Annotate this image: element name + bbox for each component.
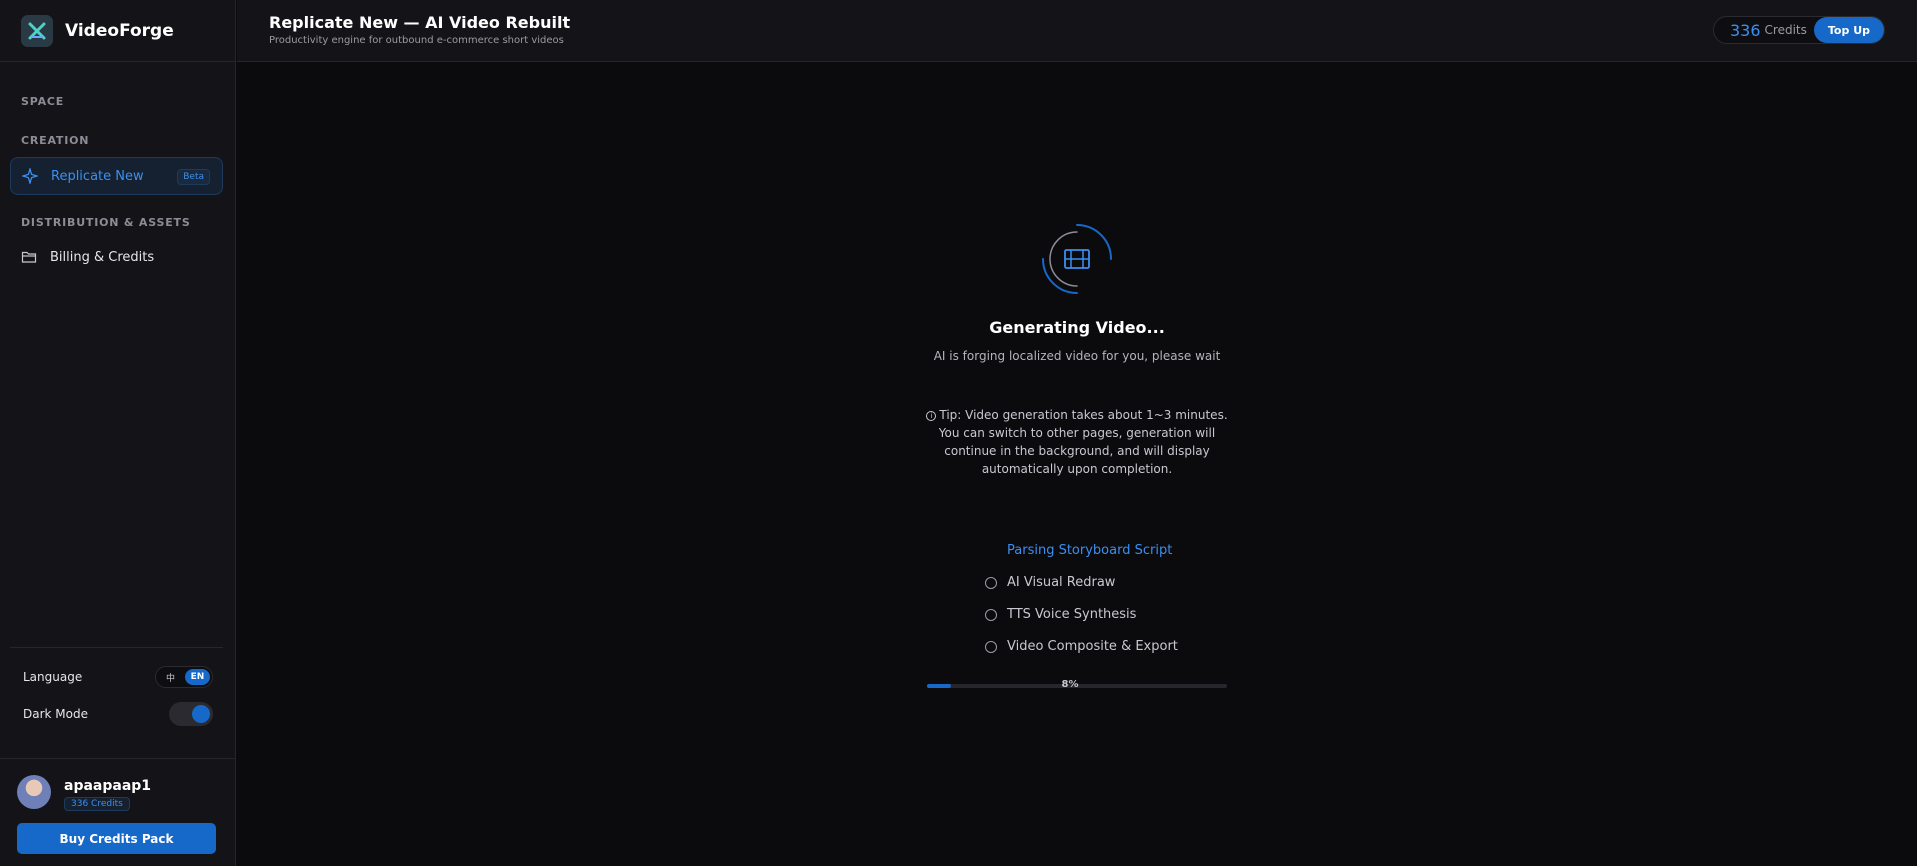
sidebar-item-billing-credits[interactable]: Billing & Credits (10, 238, 223, 276)
step-item: TTS Voice Synthesis (985, 607, 1136, 622)
brand-name: VideoForge (65, 20, 174, 41)
dark-mode-setting: Dark Mode (23, 702, 213, 726)
pending-circle-icon (985, 608, 997, 621)
sidebar-item-label: Replicate New (51, 168, 144, 184)
top-up-button[interactable]: Top Up (1813, 17, 1884, 43)
lang-option-en[interactable]: EN (185, 669, 210, 685)
user-name: apaapaap1 (64, 778, 152, 794)
tip-text: Tip: Video generation takes about 1~3 mi… (938, 408, 1228, 476)
credits-pill: 336 Credits Top Up (1713, 16, 1885, 44)
step-item: AI Visual Redraw (985, 575, 1115, 590)
sidebar-item-label: Billing & Credits (50, 249, 155, 265)
buy-credits-button[interactable]: Buy Credits Pack (17, 823, 216, 854)
tip-text-block: i Tip: Video generation takes about 1~3 m… (916, 406, 1238, 478)
pending-circle-icon (985, 576, 997, 589)
section-label-distribution: DISTRIBUTION & ASSETS (21, 216, 191, 229)
beta-badge: Beta (177, 169, 210, 185)
user-credits-badge: 336 Credits (64, 797, 130, 811)
sidebar-item-replicate-new[interactable]: Replicate New Beta (10, 157, 223, 195)
folder-icon (21, 249, 37, 265)
generating-title: Generating Video... (989, 318, 1165, 337)
step-label: TTS Voice Synthesis (1007, 607, 1137, 622)
credits-count: 336 (1730, 20, 1761, 40)
avatar[interactable] (17, 775, 51, 809)
brand-logo-icon (21, 14, 53, 47)
step-label: Video Composite & Export (1007, 639, 1178, 654)
loading-spinner-icon (1042, 224, 1112, 294)
section-label-space: SPACE (21, 95, 65, 108)
lang-option-zh[interactable]: 中 (158, 669, 183, 685)
sidebar: VideoForge SPACE CREATION Replicate New … (0, 0, 236, 866)
step-item: Video Composite & Export (985, 639, 1178, 654)
dark-mode-toggle[interactable] (169, 702, 213, 726)
user-area: apaapaap1 336 Credits Buy Credits Pack (0, 758, 236, 866)
progress-label: 8% (1061, 679, 1079, 690)
language-setting: Language 中 EN (23, 665, 213, 689)
page-title: Replicate New — AI Video Rebuilt (269, 13, 571, 32)
generating-subtitle: AI is forging localized video for you, p… (933, 349, 1221, 363)
dark-mode-label: Dark Mode (23, 707, 88, 721)
step-label: AI Visual Redraw (1007, 575, 1116, 590)
header: Replicate New — AI Video Rebuilt Product… (237, 0, 1917, 62)
page-subtitle: Productivity engine for outbound e-comme… (269, 35, 564, 46)
sparkle-icon (22, 168, 38, 184)
sidebar-divider (10, 647, 223, 648)
brand[interactable]: VideoForge (0, 0, 236, 62)
current-step: Parsing Storyboard Script (1007, 543, 1173, 558)
info-icon: i (926, 410, 937, 421)
pending-circle-icon (985, 640, 997, 653)
toggle-knob (192, 705, 210, 723)
language-label: Language (23, 670, 83, 684)
language-toggle[interactable]: 中 EN (155, 666, 213, 688)
progress-fill (927, 684, 951, 688)
section-label-creation: CREATION (21, 134, 90, 147)
credits-label: Credits (1764, 23, 1807, 37)
film-icon (1064, 249, 1090, 269)
